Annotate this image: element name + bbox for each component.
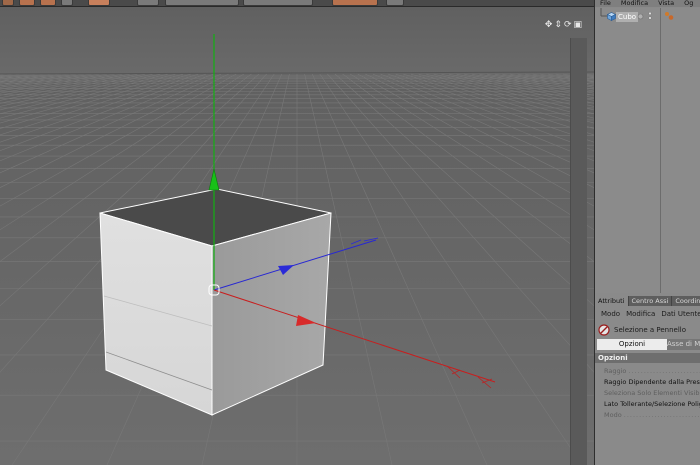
menu-modifica[interactable]: Modifica [623, 310, 658, 318]
toolbar-button[interactable] [243, 0, 313, 6]
toolbar-button[interactable] [61, 0, 73, 6]
option-leader-dots: ............................ [628, 367, 700, 375]
dolly-view-icon[interactable]: ⇕ [554, 20, 562, 30]
main-toolbar [0, 0, 594, 7]
toolbar-button[interactable] [165, 0, 239, 6]
viewport-scrollbar[interactable] [570, 38, 587, 465]
menu-file[interactable]: File [595, 0, 616, 7]
tag-icon[interactable] [664, 11, 674, 21]
viewport-background [0, 0, 594, 76]
brush-selection-icon [598, 324, 610, 336]
menu-modifica[interactable]: Modifica [616, 0, 653, 7]
option-label: Seleziona Solo Elementi Visibili [604, 389, 700, 397]
viewport-nav-icons: ✥ ⇕ ⟳ ▣ [545, 20, 582, 30]
option-lato-tollerante[interactable]: Lato Tollerante/Selezione Poligoni [595, 399, 700, 410]
right-panel: File Modifica Vista Og Cubo Attributi Ce… [594, 0, 700, 465]
option-label: Modo [604, 411, 622, 419]
object-manager[interactable]: Cubo [595, 8, 700, 293]
rotate-view-icon[interactable]: ⟳ [564, 20, 572, 30]
object-manager-column-divider[interactable] [660, 8, 661, 293]
cube-object-icon [607, 12, 616, 21]
menu-oggetti[interactable]: Og [679, 0, 698, 7]
option-solo-visibili[interactable]: Seleziona Solo Elementi Visibili ...... [595, 388, 700, 399]
option-label: Raggio [604, 367, 627, 375]
menu-vista[interactable]: Vista [653, 0, 679, 7]
toolbar-button[interactable] [2, 0, 14, 6]
object-name-label[interactable]: Cubo [616, 12, 639, 22]
toolbar-button[interactable] [40, 0, 56, 6]
tab-centro-assi[interactable]: Centro Assi [629, 296, 673, 306]
tool-sub-tabs: Opzioni Asse di Modello [597, 339, 700, 350]
object-row-cubo[interactable]: Cubo [595, 8, 700, 23]
option-raggio-pressione[interactable]: Raggio Dipendente dalla Pressione [595, 377, 700, 388]
attribute-manager-tabs: Attributi Centro Assi Coordinate [595, 296, 700, 306]
subtab-opzioni[interactable]: Opzioni [597, 339, 667, 350]
scene-canvas[interactable] [0, 0, 594, 465]
layer-dot-icon[interactable] [637, 13, 644, 20]
toolbar-button[interactable] [19, 0, 35, 6]
active-tool-title: Selezione a Pennello [598, 323, 686, 337]
move-view-icon[interactable]: ✥ [545, 20, 553, 30]
toolbar-button[interactable] [332, 0, 378, 6]
toolbar-button[interactable] [137, 0, 159, 6]
options-section-header[interactable]: Opzioni [595, 353, 700, 363]
tab-attributi[interactable]: Attributi [595, 296, 629, 306]
tool-name: Selezione a Pennello [614, 326, 687, 334]
attribute-manager-menu: Modo Modifica Dati Utente [595, 308, 700, 320]
tab-coordinate[interactable]: Coordinate [672, 296, 700, 306]
toolbar-button[interactable] [88, 0, 110, 6]
menu-dati-utente[interactable]: Dati Utente [658, 310, 700, 318]
object-manager-menubar: File Modifica Vista Og [595, 0, 700, 7]
option-modo[interactable]: Modo ............................ [595, 410, 700, 421]
visibility-dots-icon[interactable] [647, 11, 653, 21]
viewport-3d[interactable]: ✥ ⇕ ⟳ ▣ [0, 0, 594, 465]
maximize-view-icon[interactable]: ▣ [573, 20, 582, 30]
menu-modo[interactable]: Modo [598, 310, 623, 318]
options-list: Raggio ............................ Ragg… [595, 366, 700, 421]
subtab-asse-di-modello[interactable]: Asse di Modello [667, 339, 700, 350]
option-leader-dots: ............................ [623, 411, 700, 419]
option-label: Raggio Dipendente dalla Pressione [604, 378, 700, 386]
option-label: Lato Tollerante/Selezione Poligoni [604, 400, 700, 408]
option-raggio[interactable]: Raggio ............................ [595, 366, 700, 377]
toolbar-button[interactable] [386, 0, 404, 6]
